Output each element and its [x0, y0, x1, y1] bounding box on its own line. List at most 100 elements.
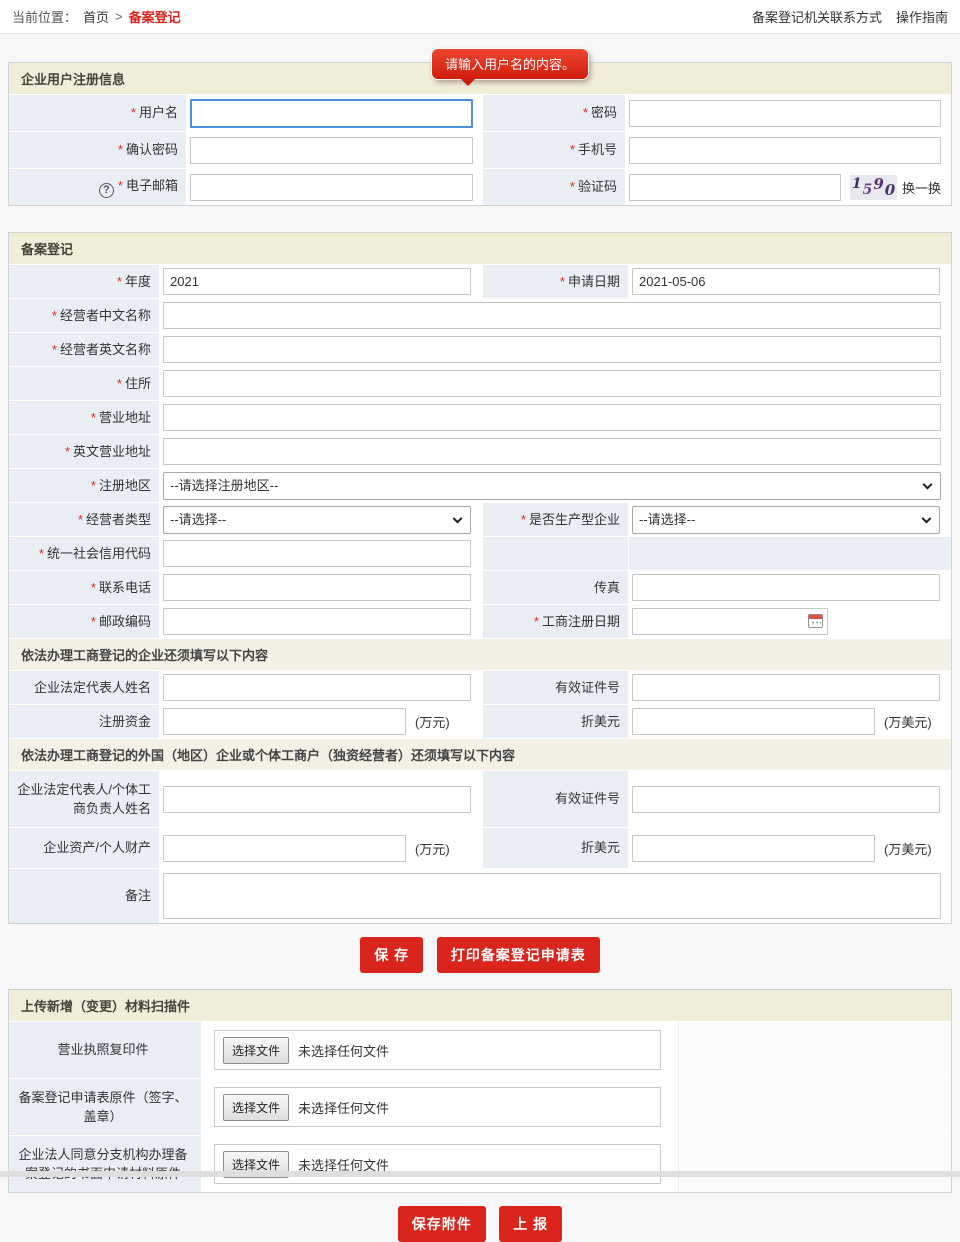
biz-address-input[interactable] [163, 404, 941, 431]
capital-usd-label: 折美元 [581, 714, 620, 729]
foreign-subsection-title: 依法办理工商登记的外国（地区）企业或个体工商户（独资经营者）还须填写以下内容 [9, 739, 951, 770]
validation-tooltip: 请输入用户名的内容。 [432, 49, 588, 79]
region-select[interactable]: --请选择注册地区-- [163, 472, 941, 500]
submit-button[interactable]: 上 报 [499, 1206, 562, 1242]
capital-label: 注册资金 [99, 714, 151, 729]
form-row: *确认密码 *手机号 [9, 132, 951, 168]
postcode-input[interactable] [163, 608, 471, 635]
choose-file-button[interactable]: 选择文件 [223, 1037, 289, 1064]
biz-address-label: 营业地址 [99, 410, 151, 425]
operator-type-select[interactable]: --请选择-- [163, 506, 471, 534]
breadcrumb-prefix: 当前位置： [12, 7, 77, 26]
guide-link[interactable]: 操作指南 [896, 7, 948, 26]
upload-row: 备案登记申请表原件（签字、盖章） 选择文件 未选择任何文件 [9, 1079, 951, 1135]
required-mark: * [560, 274, 565, 289]
breadcrumb-home-link[interactable]: 首页 [83, 7, 109, 26]
en-biz-address-input[interactable] [163, 438, 941, 465]
confirm-password-label: 确认密码 [126, 142, 178, 157]
breadcrumb: 当前位置： 首页 > 备案登记 [12, 7, 181, 26]
phone-input[interactable] [163, 574, 471, 601]
credit-code-input[interactable] [163, 540, 471, 567]
legal-rep-input[interactable] [163, 674, 471, 701]
form-row: *年度 *申请日期 [9, 265, 951, 298]
en-biz-address-label: 英文营业地址 [73, 444, 151, 459]
form-row: *注册地区 --请选择注册地区-- [9, 469, 951, 502]
save-attachments-button[interactable]: 保存附件 [398, 1206, 486, 1242]
topbar: 当前位置： 首页 > 备案登记 备案登记机关联系方式 操作指南 [0, 0, 960, 34]
remark-textarea[interactable] [163, 873, 941, 919]
required-mark: * [91, 614, 96, 629]
is-production-label: 是否生产型企业 [529, 512, 620, 527]
captcha-input[interactable] [629, 174, 841, 201]
capital-usd-unit: (万美元) [884, 712, 932, 731]
form-row: *用户名 *密码 [9, 95, 951, 131]
required-mark: * [117, 274, 122, 289]
fax-input[interactable] [632, 574, 940, 601]
required-mark: * [131, 105, 136, 120]
credit-code-label: 统一社会信用代码 [47, 546, 151, 561]
upload-license-label: 营业执照复印件 [57, 1042, 148, 1057]
form-row: *邮政编码 *工商注册日期 [9, 605, 951, 638]
form-row: 注册资金 (万元) 折美元 (万美元) [9, 705, 951, 738]
choose-file-button[interactable]: 选择文件 [223, 1094, 289, 1121]
capital-input[interactable] [163, 708, 406, 735]
assets-label: 企业资产/个人财产 [43, 840, 151, 855]
empty-cell [629, 537, 951, 570]
required-mark: * [52, 308, 57, 323]
legal-rep-label: 企业法定代表人姓名 [34, 680, 151, 695]
year-label: 年度 [125, 274, 151, 289]
capital-usd-input[interactable] [632, 708, 875, 735]
captcha-digit: 5 [863, 182, 873, 198]
year-input[interactable] [163, 268, 471, 295]
is-production-select[interactable]: --请选择-- [632, 506, 940, 534]
form-row: *经营者中文名称 [9, 299, 951, 332]
reg-date-input[interactable] [632, 608, 828, 635]
empty-cell [678, 1079, 951, 1135]
file-input-application: 选择文件 未选择任何文件 [214, 1087, 661, 1127]
required-mark: * [65, 444, 70, 459]
upload-section: 上传新增（变更）材料扫描件 营业执照复印件 选择文件 未选择任何文件 备案登记申… [8, 989, 952, 1193]
email-input[interactable] [190, 174, 473, 201]
password-input[interactable] [629, 100, 941, 127]
id-no-input[interactable] [632, 674, 940, 701]
register-section: 企业用户注册信息 *用户名 *密码 *确认密码 *手机号 ?*电子邮箱 *验证码… [8, 62, 952, 206]
fax-label: 传真 [594, 580, 620, 595]
assets-unit: (万元) [415, 839, 450, 858]
username-input[interactable] [190, 99, 473, 128]
assets-usd-label: 折美元 [581, 840, 620, 855]
residence-input[interactable] [163, 370, 941, 397]
domestic-subsection-title: 依法办理工商登记的企业还须填写以下内容 [9, 639, 951, 670]
confirm-password-input[interactable] [190, 137, 473, 164]
form-row: 企业法定代表人/个体工商负责人姓名 有效证件号 [9, 771, 951, 827]
save-button[interactable]: 保 存 [360, 937, 423, 973]
form-row: ?*电子邮箱 *验证码 1 5 9 0 换一换 [9, 169, 951, 205]
required-mark: * [570, 179, 575, 194]
file-input-consent: 选择文件 未选择任何文件 [214, 1144, 661, 1184]
captcha-digit: 1 [852, 176, 862, 192]
foreign-rep-label: 企业法定代表人/个体工商负责人姓名 [17, 782, 151, 817]
assets-usd-input[interactable] [632, 835, 875, 862]
phone-label: 联系电话 [99, 580, 151, 595]
captcha-refresh-link[interactable]: 换一换 [902, 178, 941, 197]
assets-input[interactable] [163, 835, 406, 862]
apply-date-input[interactable] [632, 268, 940, 295]
required-mark: * [521, 512, 526, 527]
en-name-input[interactable] [163, 336, 941, 363]
password-label: 密码 [591, 105, 617, 120]
foreign-rep-input[interactable] [163, 786, 471, 813]
username-label: 用户名 [139, 105, 178, 120]
print-application-button[interactable]: 打印备案登记申请表 [437, 937, 600, 973]
required-mark: * [39, 546, 44, 561]
form-row: *经营者英文名称 [9, 333, 951, 366]
help-icon[interactable]: ? [99, 183, 114, 198]
contact-link[interactable]: 备案登记机关联系方式 [752, 7, 882, 26]
cn-name-input[interactable] [163, 302, 941, 329]
required-mark: * [118, 178, 123, 193]
empty-cell [483, 537, 628, 570]
captcha-digit: 9 [873, 175, 883, 193]
foreign-id-no-input[interactable] [632, 786, 940, 813]
upload-row: 企业法人同意分支机构办理备案登记的书面申请材料原件 选择文件 未选择任何文件 [9, 1136, 951, 1192]
calendar-icon[interactable] [808, 614, 823, 628]
mobile-input[interactable] [629, 137, 941, 164]
required-mark: * [91, 410, 96, 425]
